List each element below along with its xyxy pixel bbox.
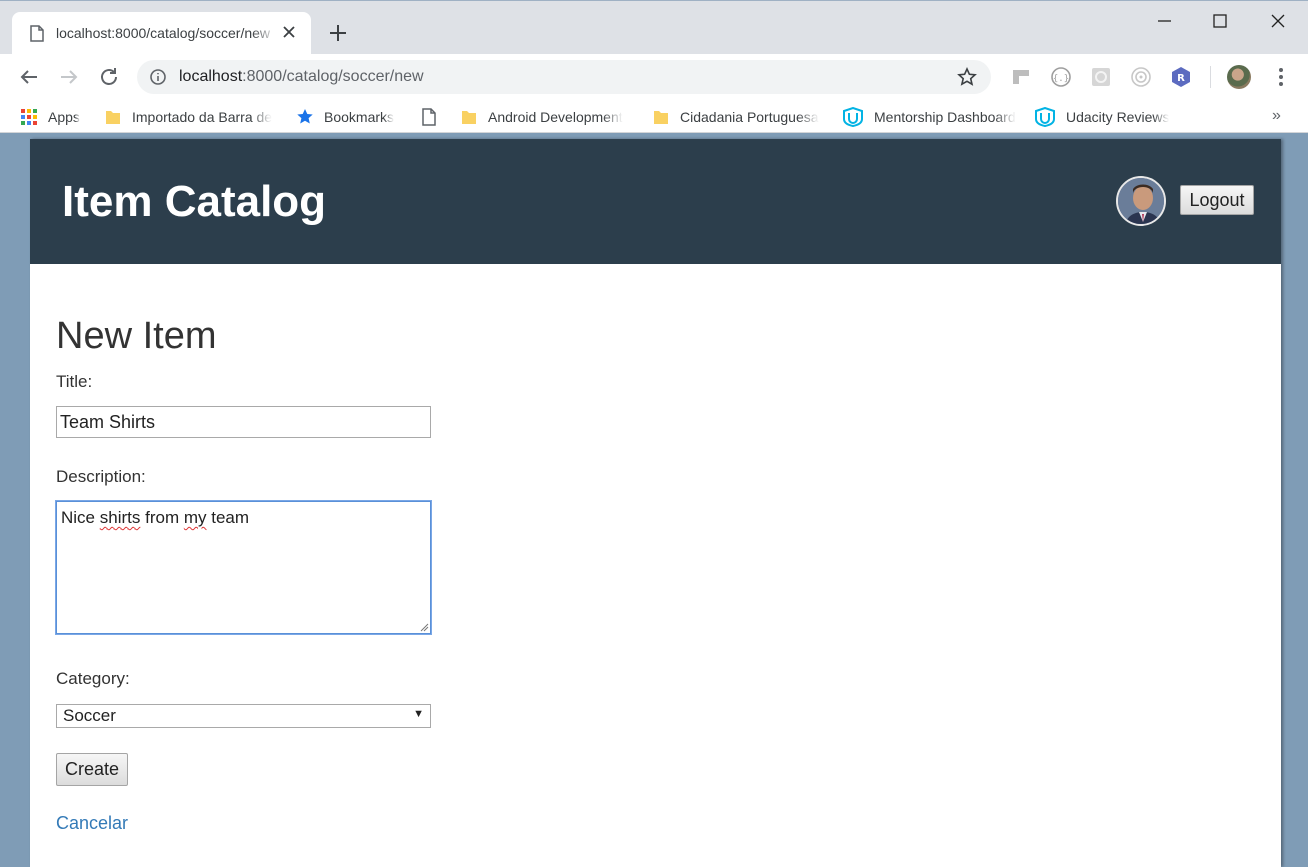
- extension-code-icon[interactable]: {.}: [1050, 66, 1072, 88]
- category-label: Category:: [56, 669, 130, 688]
- bookmark-label: Cidadania Portuguesa: [680, 108, 819, 125]
- bookmark-folder-importado[interactable]: Importado da Barra de: [104, 100, 276, 133]
- folder-icon: [106, 110, 120, 124]
- page-icon: [422, 107, 436, 126]
- apps-grid-icon: [21, 108, 37, 125]
- bookmark-mentorship[interactable]: Mentorship Dashboard: [842, 100, 1017, 133]
- description-word-misspelled: shirts: [99, 508, 141, 527]
- url-host: localhost: [179, 68, 243, 85]
- user-avatar: [1116, 176, 1166, 226]
- category-select[interactable]: Soccer ▼: [56, 704, 431, 728]
- web-page: Item Catalog Logout New Item Title: Desc…: [30, 139, 1281, 867]
- page-icon: [30, 25, 44, 42]
- bookmark-label: Bookmarks: [324, 108, 395, 125]
- menu-kebab-icon[interactable]: [1270, 66, 1292, 88]
- url-path: :8000/catalog/soccer/new: [242, 68, 424, 85]
- minimize-icon[interactable]: [1152, 9, 1176, 33]
- tab-title: localhost:8000/catalog/soccer/new: [56, 25, 271, 41]
- description-word: team: [211, 508, 250, 527]
- star-icon: [297, 108, 313, 123]
- bookmark-apps[interactable]: Apps: [20, 100, 80, 133]
- category-selected-value: Soccer: [63, 706, 116, 725]
- site-header: Item Catalog Logout: [30, 139, 1281, 264]
- description-word: Nice: [61, 508, 96, 527]
- bookmark-folder-cidadania[interactable]: Cidadania Portuguesa: [652, 100, 824, 133]
- udacity-icon: [1035, 106, 1055, 127]
- forward-arrow-icon[interactable]: [57, 65, 81, 89]
- title-input[interactable]: [56, 406, 431, 438]
- bookmark-label: Udacity Reviews: [1066, 108, 1170, 125]
- create-button[interactable]: Create: [56, 753, 128, 786]
- logout-button[interactable]: Logout: [1180, 185, 1254, 215]
- description-word-misspelled: my: [183, 508, 207, 527]
- extension-gear-icon[interactable]: [1090, 66, 1112, 88]
- page-title: New Item: [56, 315, 217, 357]
- url-text[interactable]: localhost:8000/catalog/soccer/new: [179, 68, 424, 86]
- maximize-icon[interactable]: [1208, 9, 1232, 33]
- description-label: Description:: [56, 467, 146, 486]
- bookmark-label: Importado da Barra de: [132, 108, 273, 125]
- browser-tab[interactable]: localhost:8000/catalog/soccer/new: [12, 12, 311, 55]
- site-title[interactable]: Item Catalog: [62, 177, 326, 227]
- dropdown-arrow-icon: ▼: [413, 708, 424, 720]
- new-tab-icon[interactable]: [326, 21, 350, 45]
- cancel-link[interactable]: Cancelar: [56, 813, 128, 834]
- bookmark-label: Apps: [48, 108, 80, 125]
- folder-icon: [654, 110, 668, 124]
- description-word: from: [145, 508, 180, 527]
- description-textarea[interactable]: Nice shirts from my team: [56, 501, 431, 634]
- bookmarks-overflow-chevron[interactable]: »: [1272, 107, 1281, 125]
- svg-text:R: R: [1177, 73, 1185, 84]
- bookmark-udacity-reviews[interactable]: Udacity Reviews: [1034, 100, 1169, 133]
- resize-grip-icon[interactable]: [419, 622, 429, 632]
- bookmark-label: Android Development: [488, 108, 623, 125]
- extension-icon[interactable]: [1010, 66, 1032, 88]
- back-arrow-icon[interactable]: [17, 65, 41, 89]
- browser-titlebar: localhost:8000/catalog/soccer/new: [0, 0, 1308, 55]
- extension-r-icon[interactable]: R: [1170, 66, 1192, 88]
- bookmark-star-icon[interactable]: [957, 67, 977, 87]
- title-label: Title:: [56, 372, 93, 391]
- svg-text:{.}: {.}: [1053, 74, 1069, 84]
- close-window-icon[interactable]: [1266, 9, 1290, 33]
- reload-icon[interactable]: [97, 65, 121, 89]
- bookmark-bookmarks[interactable]: Bookmarks: [296, 100, 394, 133]
- profile-avatar[interactable]: [1227, 65, 1251, 89]
- site-info-icon[interactable]: [149, 68, 167, 86]
- extension-target-icon[interactable]: [1130, 66, 1152, 88]
- bookmark-label: Mentorship Dashboard: [874, 108, 1016, 125]
- bookmark-folder-android[interactable]: Android Development: [460, 100, 632, 133]
- folder-icon: [462, 110, 476, 124]
- address-bar[interactable]: localhost:8000/catalog/soccer/new: [137, 60, 991, 94]
- browser-toolbar: localhost:8000/catalog/soccer/new {.} R: [0, 54, 1308, 100]
- bookmarks-bar: Apps Importado da Barra de Bookmarks And…: [0, 100, 1308, 133]
- udacity-icon: [843, 106, 863, 127]
- bookmark-page[interactable]: [422, 100, 446, 133]
- close-tab-icon[interactable]: [281, 24, 297, 40]
- toolbar-divider: [1210, 66, 1211, 88]
